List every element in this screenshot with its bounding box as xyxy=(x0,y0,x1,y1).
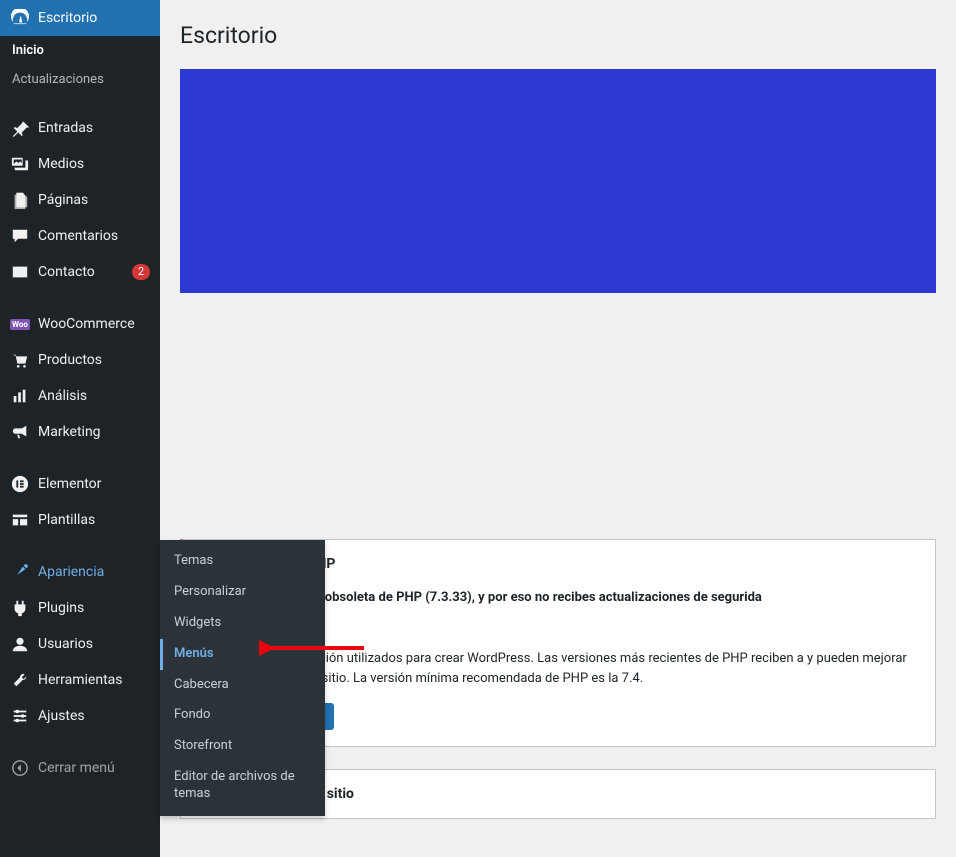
sidebar-item-elementor[interactable]: Elementor xyxy=(0,466,160,502)
sidebar-label: Análisis xyxy=(38,388,150,404)
sidebar-item-comments[interactable]: Comentarios xyxy=(0,218,160,254)
media-icon xyxy=(10,154,30,174)
sidebar-label: Apariencia xyxy=(38,564,150,580)
sidebar-label: Entradas xyxy=(38,120,150,136)
sidebar-item-pages[interactable]: Páginas xyxy=(0,182,160,218)
flyout-item-customize[interactable]: Personalizar xyxy=(160,577,325,608)
sidebar-item-plugins[interactable]: Plugins xyxy=(0,590,160,626)
products-icon xyxy=(10,350,30,370)
flyout-item-menus[interactable]: Menús xyxy=(160,639,325,670)
templates-icon xyxy=(10,510,30,530)
flyout-item-editor[interactable]: Editor de archivos de temas xyxy=(160,762,325,810)
dashboard-icon xyxy=(10,8,30,28)
collapse-icon xyxy=(10,758,30,778)
sidebar-label: Marketing xyxy=(38,424,150,440)
sidebar-label: Herramientas xyxy=(38,672,150,688)
sidebar-item-woocommerce[interactable]: Woo WooCommerce xyxy=(0,306,160,342)
sidebar-subitem-updates[interactable]: Actualizaciones xyxy=(0,65,160,94)
sidebar-item-templates[interactable]: Plantillas xyxy=(0,502,160,538)
sidebar-label: Ajustes xyxy=(38,708,150,724)
sidebar-item-dashboard[interactable]: Escritorio xyxy=(0,0,160,36)
page-title: Escritorio xyxy=(180,10,936,69)
appearance-flyout: Temas Personalizar Widgets Menús Cabecer… xyxy=(160,540,325,816)
sidebar-item-marketing[interactable]: Marketing xyxy=(0,414,160,450)
plugins-icon xyxy=(10,598,30,618)
sidebar-label: Plugins xyxy=(38,600,150,616)
flyout-item-widgets[interactable]: Widgets xyxy=(160,608,325,639)
sidebar-item-settings[interactable]: Ajustes xyxy=(0,698,160,734)
sidebar-item-analytics[interactable]: Análisis xyxy=(0,378,160,414)
sidebar-label: Contacto xyxy=(38,264,128,280)
sidebar-label: Plantillas xyxy=(38,512,150,528)
sidebar-label: Comentarios xyxy=(38,228,150,244)
pages-icon xyxy=(10,190,30,210)
sidebar-label: Elementor xyxy=(38,476,150,492)
flyout-item-storefront[interactable]: Storefront xyxy=(160,731,325,762)
appearance-icon xyxy=(10,562,30,582)
megaphone-icon xyxy=(10,422,30,442)
sidebar-item-products[interactable]: Productos xyxy=(0,342,160,378)
flyout-item-header[interactable]: Cabecera xyxy=(160,670,325,701)
notification-badge: 2 xyxy=(132,264,150,280)
sidebar-item-tools[interactable]: Herramientas xyxy=(0,662,160,698)
analytics-icon xyxy=(10,386,30,406)
welcome-banner xyxy=(180,69,936,293)
sidebar-item-posts[interactable]: Entradas xyxy=(0,110,160,146)
flyout-item-background[interactable]: Fondo xyxy=(160,700,325,731)
comments-icon xyxy=(10,226,30,246)
sidebar-label: Páginas xyxy=(38,192,150,208)
settings-icon xyxy=(10,706,30,726)
sidebar-label: WooCommerce xyxy=(38,316,150,332)
sidebar-item-appearance[interactable]: Apariencia xyxy=(0,554,160,590)
sidebar-label: Productos xyxy=(38,352,150,368)
sidebar-label: Medios xyxy=(38,156,150,172)
envelope-icon xyxy=(10,262,30,282)
sidebar-label: Cerrar menú xyxy=(38,760,150,776)
sidebar-subitem-home[interactable]: Inicio xyxy=(0,36,160,65)
admin-sidebar: Escritorio Inicio Actualizaciones Entrad… xyxy=(0,0,160,857)
users-icon xyxy=(10,634,30,654)
sidebar-item-collapse[interactable]: Cerrar menú xyxy=(0,750,160,786)
sidebar-label: Usuarios xyxy=(38,636,150,652)
sidebar-label: Escritorio xyxy=(38,10,150,26)
sidebar-item-media[interactable]: Medios xyxy=(0,146,160,182)
sidebar-item-contact[interactable]: Contacto 2 xyxy=(0,254,160,290)
elementor-icon xyxy=(10,474,30,494)
flyout-item-themes[interactable]: Temas xyxy=(160,546,325,577)
pin-icon xyxy=(10,118,30,138)
woocommerce-icon: Woo xyxy=(10,314,30,334)
sidebar-item-users[interactable]: Usuarios xyxy=(0,626,160,662)
tools-icon xyxy=(10,670,30,690)
